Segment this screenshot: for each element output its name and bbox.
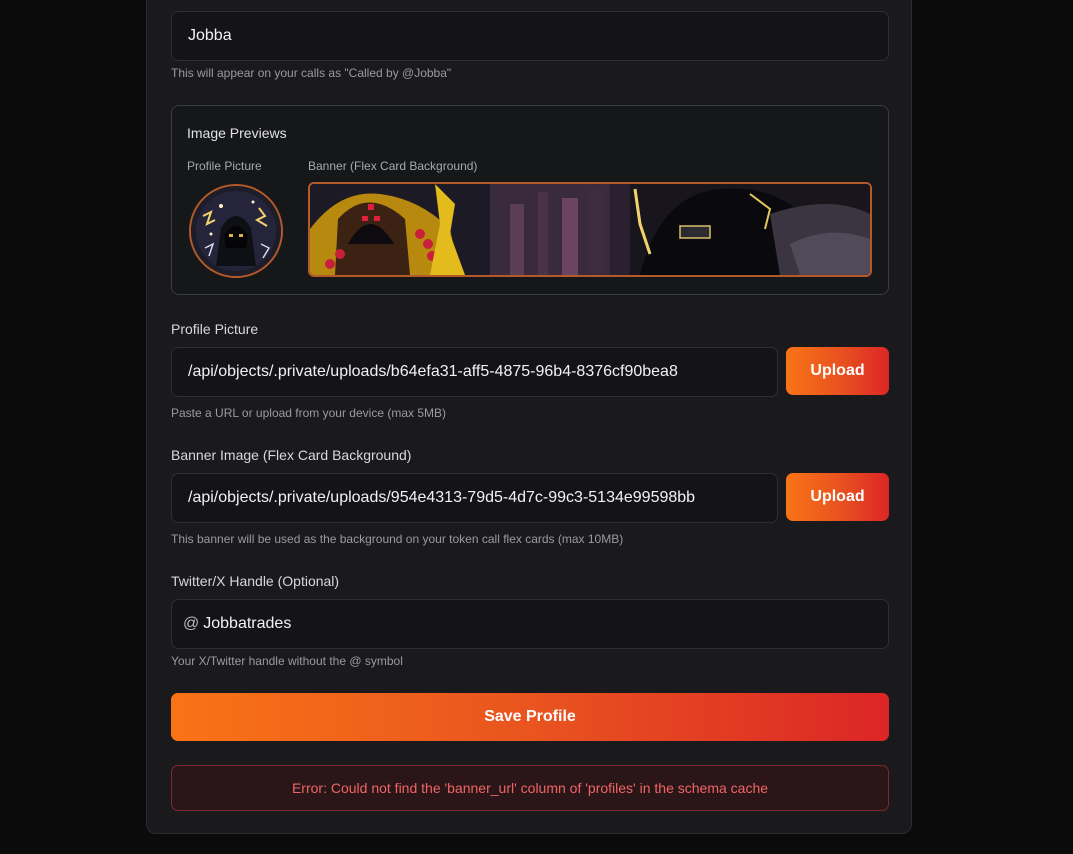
twitter-handle-input[interactable]: @ Jobbatrades [171, 599, 889, 649]
profile-picture-upload-button[interactable]: Upload [786, 347, 889, 395]
twitter-handle-value: Jobbatrades [203, 615, 292, 632]
profile-picture-url-input[interactable]: /api/objects/.private/uploads/b64efa31-a… [171, 347, 778, 397]
display-name-input[interactable]: Jobba [171, 11, 889, 61]
banner-image-upload-button[interactable]: Upload [786, 473, 889, 521]
twitter-handle-label: Twitter/X Handle (Optional) [171, 573, 340, 589]
display-name-help: This will appear on your calls as "Calle… [171, 66, 452, 80]
hooded-figure-avatar-art [191, 186, 281, 276]
save-profile-button[interactable]: Save Profile [171, 693, 889, 741]
banner-preview-label: Banner (Flex Card Background) [308, 159, 478, 173]
banner-image-help: This banner will be used as the backgrou… [171, 532, 624, 546]
profile-preview-label: Profile Picture [187, 159, 262, 173]
banner-preview [308, 182, 872, 277]
image-previews-panel: Image Previews Profile Picture Banner (F… [171, 105, 889, 295]
display-name-value: Jobba [188, 27, 232, 44]
profile-picture-help: Paste a URL or upload from your device (… [171, 406, 446, 420]
banner-image-url-input[interactable]: /api/objects/.private/uploads/954e4313-7… [171, 473, 778, 523]
profile-picture-preview [189, 184, 283, 278]
banner-image-label: Banner Image (Flex Card Background) [171, 447, 412, 463]
at-prefix: @ [183, 615, 200, 632]
pixel-art-banner-art [310, 184, 870, 275]
profile-picture-label: Profile Picture [171, 321, 259, 337]
twitter-handle-help: Your X/Twitter handle without the @ symb… [171, 654, 403, 668]
banner-image-url-value: /api/objects/.private/uploads/954e4313-7… [188, 489, 696, 506]
error-message: Error: Could not find the 'banner_url' c… [171, 765, 889, 811]
image-previews-title: Image Previews [187, 125, 287, 141]
profile-picture-url-value: /api/objects/.private/uploads/b64efa31-a… [188, 363, 678, 380]
error-text: Error: Could not find the 'banner_url' c… [291, 780, 769, 796]
